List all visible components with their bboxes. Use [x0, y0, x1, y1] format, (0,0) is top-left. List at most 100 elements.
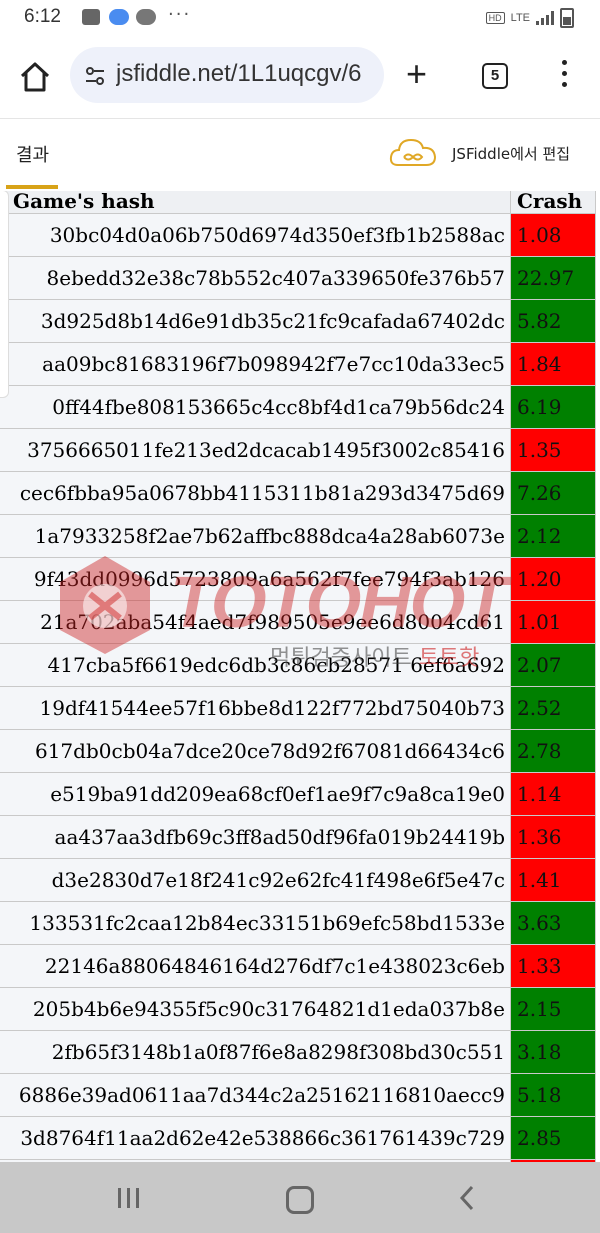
game-hash-text: 22146a88064846164d276df7c1e438023c6eb: [44, 954, 505, 978]
game-hash-text: 3756665011fe213ed2dcacab1495f3002c85416: [27, 438, 505, 462]
game-hash-cell: 0ff44fbe808153665c4cc8bf4d1ca79b56dc24: [0, 385, 511, 429]
crash-value-cell: 1.36: [510, 815, 596, 859]
side-panel-handle[interactable]: [0, 190, 9, 398]
game-hash-cell: 417cba5f6619edc6db3c86cb28571 6ef6a692: [0, 643, 511, 687]
messages-notification-icon: [109, 9, 129, 25]
jsfiddle-logo-icon[interactable]: [388, 135, 438, 171]
crash-value-cell: 5.82: [510, 299, 596, 343]
table-row: 9f43dd0996d5723809a6a562f7fee794f3ab126 1…: [0, 557, 596, 601]
table-row: 205b4b6e94355f5c90c31764821d1eda037b8e 2.…: [0, 987, 596, 1031]
game-hash-text: 21a702aba54f4aed7f989505e9ee6d8004cd61: [40, 610, 505, 634]
game-hash-text: 3d925d8b14d6e91db35c21fc9cafada67402dc: [40, 309, 505, 333]
edit-in-jsfiddle-link[interactable]: JSFiddle에서 편집: [452, 143, 570, 164]
crash-value-cell: 2.15: [510, 987, 596, 1031]
game-hash-cell: 1a7933258f2ae7b62affbc888dca4a28ab6073e: [0, 514, 511, 558]
table-row: 0ff44fbe808153665c4cc8bf4d1ca79b56dc24 6.…: [0, 385, 596, 429]
game-hash-cell: 19df41544ee57f16bbe8d122f772bd75040b73: [0, 686, 511, 730]
crash-value-cell: 2.52: [510, 686, 596, 730]
game-hash-cell: 22146a88064846164d276df7c1e438023c6eb: [0, 944, 511, 988]
game-hash-text: 205b4b6e94355f5c90c31764821d1eda037b8e: [32, 997, 505, 1021]
crash-value-cell: 1.20: [510, 557, 596, 601]
recent-apps-icon[interactable]: [118, 1188, 139, 1208]
table-row: 21a702aba54f4aed7f989505e9ee6d8004cd61 1.…: [0, 600, 596, 644]
browser-toolbar: jsfiddle.net/1L1uqcgv/6 + 5: [0, 36, 600, 118]
crash-value-cell: 2.12: [510, 514, 596, 558]
nav-home-icon[interactable]: [286, 1186, 314, 1214]
game-hash-cell: 21a702aba54f4aed7f989505e9ee6d8004cd61: [0, 600, 511, 644]
game-hash-text: 9f43dd0996d5723809a6a562f7fee794f3ab126: [33, 567, 505, 591]
hd-voice-icon: HD: [485, 12, 505, 24]
table-row: 6886e39ad0611aa7d344c2a25162116810aecc9 5…: [0, 1073, 596, 1117]
table-row: 417cba5f6619edc6db3c86cb28571 6ef6a692 2.…: [0, 643, 596, 687]
tab-switcher-button[interactable]: 5: [482, 63, 508, 89]
table-row: 3d925d8b14d6e91db35c21fc9cafada67402dc 5.…: [0, 299, 596, 343]
crash-value-cell: 2.85: [510, 1116, 596, 1160]
more-menu-icon[interactable]: [556, 56, 572, 92]
site-settings-icon[interactable]: [84, 65, 106, 87]
game-hash-cell: 30bc04d0a06b750d6974d350ef3fb1b2588ac: [0, 213, 511, 257]
table-row: cec6fbba95a0678bb4115311b81a293d3475d69 7…: [0, 471, 596, 515]
home-icon[interactable]: [18, 60, 52, 94]
crash-value-cell: 2.78: [510, 729, 596, 773]
new-tab-button[interactable]: +: [406, 56, 427, 92]
crash-value-cell: 3.63: [510, 901, 596, 945]
address-bar[interactable]: jsfiddle.net/1L1uqcgv/6: [70, 47, 384, 103]
crash-value-cell: 2.07: [510, 643, 596, 687]
game-hash-text: 19df41544ee57f16bbe8d122f772bd75040b73: [39, 696, 505, 720]
game-hash-text: 3d8764f11aa2d62e42e538866c361761439c729: [20, 1126, 505, 1150]
game-hash-cell: 617db0cb04a7dce20ce78d92f67081d66434c6: [0, 729, 511, 773]
game-hash-text: e519ba91dd209ea68cf0ef1ae9f7c9a8ca19e0: [50, 782, 505, 806]
game-hash-cell: aa437aa3dfb69c3ff8ad50df96fa019b24419b: [0, 815, 511, 859]
table-row: 133531fc2caa12b84ec33151b69efc58bd1533e 3…: [0, 901, 596, 945]
table-row: 22146a88064846164d276df7c1e438023c6eb 1.3…: [0, 944, 596, 988]
game-hash-text: 1a7933258f2ae7b62affbc888dca4a28ab6073e: [34, 524, 505, 548]
game-hash-cell: 205b4b6e94355f5c90c31764821d1eda037b8e: [0, 987, 511, 1031]
url-text[interactable]: jsfiddle.net/1L1uqcgv/6: [116, 60, 378, 88]
game-hash-cell: e519ba91dd209ea68cf0ef1ae9f7c9a8ca19e0: [0, 772, 511, 816]
crash-value-cell: 1.08: [510, 213, 596, 257]
crash-value-cell: 1.01: [510, 600, 596, 644]
status-time: 6:12: [24, 6, 61, 27]
crash-value-cell: 1.41: [510, 858, 596, 902]
game-hash-text: d3e2830d7e18f241c92e62fc41f498e6f5e47c: [51, 868, 505, 892]
crash-value-cell: 7.26: [510, 471, 596, 515]
crash-value-cell: 1.33: [510, 944, 596, 988]
crash-value-cell: 1.14: [510, 772, 596, 816]
game-hash-cell: 3756665011fe213ed2dcacab1495f3002c85416: [0, 428, 511, 472]
table-row: 30bc04d0a06b750d6974d350ef3fb1b2588ac 1.0…: [0, 213, 596, 257]
kakaotalk-notification-icon: [136, 9, 156, 25]
table-row: e519ba91dd209ea68cf0ef1ae9f7c9a8ca19e0 1.…: [0, 772, 596, 816]
results-table-container[interactable]: Game's hash Crash 30bc04d0a06b750d6974d3…: [0, 168, 600, 1162]
crash-value-cell: 6.19: [510, 385, 596, 429]
game-hash-text: 6886e39ad0611aa7d344c2a25162116810aecc9: [18, 1083, 505, 1107]
crash-value-cell: 1.84: [510, 342, 596, 386]
table-row: 617db0cb04a7dce20ce78d92f67081d66434c6 2.…: [0, 729, 596, 773]
game-hash-cell: 2fb65f3148b1a0f87f6e8a8298f308bd30c551: [0, 1030, 511, 1074]
battery-icon: [560, 8, 574, 28]
table-row: aa437aa3dfb69c3ff8ad50df96fa019b24419b 1.…: [0, 815, 596, 859]
game-hash-cell: aa09bc81683196f7b098942f7e7cc10da33ec5: [0, 342, 511, 386]
status-bar: 6:12 ··· HD LTE: [0, 0, 600, 36]
game-hash-cell: 8ebedd32e38c78b552c407a339650fe376b57: [0, 256, 511, 300]
table-row: d3e2830d7e18f241c92e62fc41f498e6f5e47c 1.…: [0, 858, 596, 902]
game-hash-cell: cec6fbba95a0678bb4115311b81a293d3475d69: [0, 471, 511, 515]
game-hash-text: 2fb65f3148b1a0f87f6e8a8298f308bd30c551: [51, 1040, 505, 1064]
network-type: LTE: [510, 12, 530, 24]
table-row: 3d8764f11aa2d62e42e538866c361761439c729 2…: [0, 1116, 596, 1160]
game-hash-text: 617db0cb04a7dce20ce78d92f67081d66434c6: [34, 739, 505, 763]
game-hash-cell: 3d8764f11aa2d62e42e538866c361761439c729: [0, 1116, 511, 1160]
game-hash-text: cec6fbba95a0678bb4115311b81a293d3475d69: [19, 481, 505, 505]
game-hash-text: 0ff44fbe808153665c4cc8bf4d1ca79b56dc24: [52, 395, 505, 419]
table-row: 1a7933258f2ae7b62affbc888dca4a28ab6073e 2…: [0, 514, 596, 558]
system-nav-bar: [0, 1162, 600, 1233]
back-icon[interactable]: [456, 1184, 478, 1212]
signal-icon: [536, 11, 554, 25]
tab-result[interactable]: 결과: [16, 141, 49, 167]
gallery-notification-icon: [82, 9, 100, 25]
crash-table: Game's hash Crash 30bc04d0a06b750d6974d3…: [0, 168, 596, 1162]
game-hash-cell: d3e2830d7e18f241c92e62fc41f498e6f5e47c: [0, 858, 511, 902]
more-notifications-icon: ···: [168, 4, 192, 25]
game-hash-text: 30bc04d0a06b750d6974d350ef3fb1b2588ac: [49, 223, 505, 247]
game-hash-cell: 9f43dd0996d5723809a6a562f7fee794f3ab126: [0, 557, 511, 601]
crash-value-cell: 22.97: [510, 256, 596, 300]
